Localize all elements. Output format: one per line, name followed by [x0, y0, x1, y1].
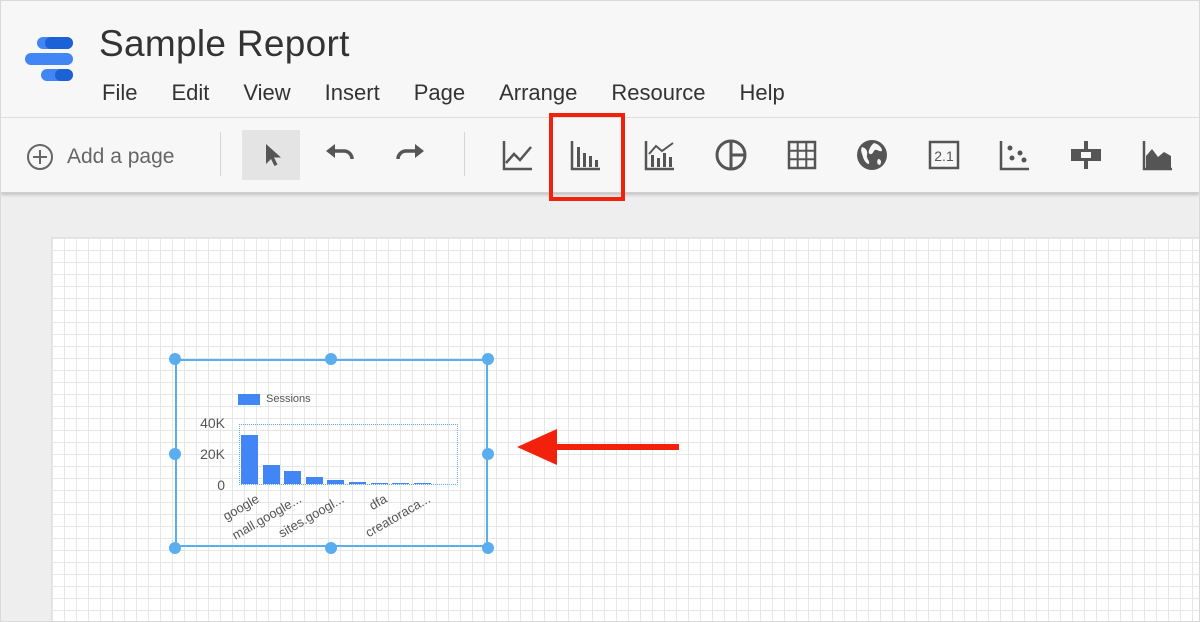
combo-chart-icon [644, 141, 674, 171]
bar [370, 483, 388, 484]
annotation-arrow-icon [517, 429, 679, 465]
legend-label: Sessions [266, 393, 311, 405]
resize-handle-bottom[interactable] [325, 542, 337, 554]
app-window: Sample Report File Edit View Insert Page… [0, 0, 1200, 622]
header: Sample Report File Edit View Insert Page… [1, 1, 1199, 118]
scorecard-tool[interactable]: 2.1 [915, 130, 973, 180]
table-icon [787, 140, 817, 170]
resize-handle-right[interactable] [482, 448, 494, 460]
menu-arrange[interactable]: Arrange [482, 79, 594, 109]
report-title[interactable]: Sample Report [99, 23, 350, 65]
area-chart-tool[interactable] [1129, 130, 1187, 180]
bullet-chart-tool[interactable] [1057, 130, 1115, 180]
bar [262, 465, 280, 484]
toolbar-divider [464, 132, 465, 176]
bar [305, 477, 323, 484]
menu-file[interactable]: File [85, 79, 154, 109]
bar [349, 482, 366, 484]
scatter-icon [999, 141, 1029, 171]
bar [284, 471, 302, 484]
chart-plot-area [239, 424, 458, 485]
svg-text:2.1: 2.1 [934, 148, 954, 164]
add-circle-icon [27, 144, 53, 170]
area-chart-icon [1142, 141, 1172, 171]
menu-view[interactable]: View [226, 79, 307, 109]
pie-chart-tool[interactable] [702, 130, 760, 180]
resize-handle-top[interactable] [325, 353, 337, 365]
bar-chart-tool-highlight [549, 113, 625, 201]
cursor-icon [266, 144, 281, 166]
bar [241, 435, 258, 484]
y-tick-label: 40K [200, 415, 225, 431]
combo-chart-tool[interactable] [631, 130, 689, 180]
menu-bar: File Edit View Insert Page Arrange Resou… [85, 79, 802, 109]
y-tick-label: 0 [217, 477, 225, 493]
resize-handle-left[interactable] [169, 448, 181, 460]
y-tick-label: 20K [200, 446, 225, 462]
data-studio-logo-icon [25, 37, 73, 81]
bar [327, 480, 345, 484]
pie-chart-icon [715, 139, 747, 171]
resize-handle-bottom-right[interactable] [482, 542, 494, 554]
bar [413, 483, 431, 484]
time-series-icon [502, 141, 532, 171]
undo-icon [326, 144, 354, 160]
select-tool[interactable] [242, 130, 300, 180]
menu-page[interactable]: Page [397, 79, 482, 109]
resize-handle-bottom-left[interactable] [169, 542, 181, 554]
menu-insert[interactable]: Insert [308, 79, 397, 109]
add-page-label: Add a page [67, 145, 175, 168]
time-series-tool[interactable] [489, 130, 547, 180]
redo-button[interactable] [381, 130, 439, 180]
menu-help[interactable]: Help [723, 79, 802, 109]
globe-icon [857, 140, 887, 170]
bullet-icon [1071, 141, 1101, 169]
menu-edit[interactable]: Edit [154, 79, 226, 109]
geo-map-tool[interactable] [843, 130, 901, 180]
add-page-button[interactable]: Add a page [25, 142, 174, 172]
scatter-chart-tool[interactable] [986, 130, 1044, 180]
bar [392, 483, 410, 484]
scorecard-icon: 2.1 [928, 140, 960, 170]
toolbar-divider [220, 132, 221, 176]
undo-button[interactable] [311, 130, 369, 180]
redo-icon [396, 144, 424, 160]
menu-resource[interactable]: Resource [594, 79, 722, 109]
chart-legend: Sessions [238, 393, 311, 405]
table-tool[interactable] [773, 130, 831, 180]
legend-swatch [238, 393, 260, 405]
resize-handle-top-left[interactable] [169, 353, 181, 365]
resize-handle-top-right[interactable] [482, 353, 494, 365]
